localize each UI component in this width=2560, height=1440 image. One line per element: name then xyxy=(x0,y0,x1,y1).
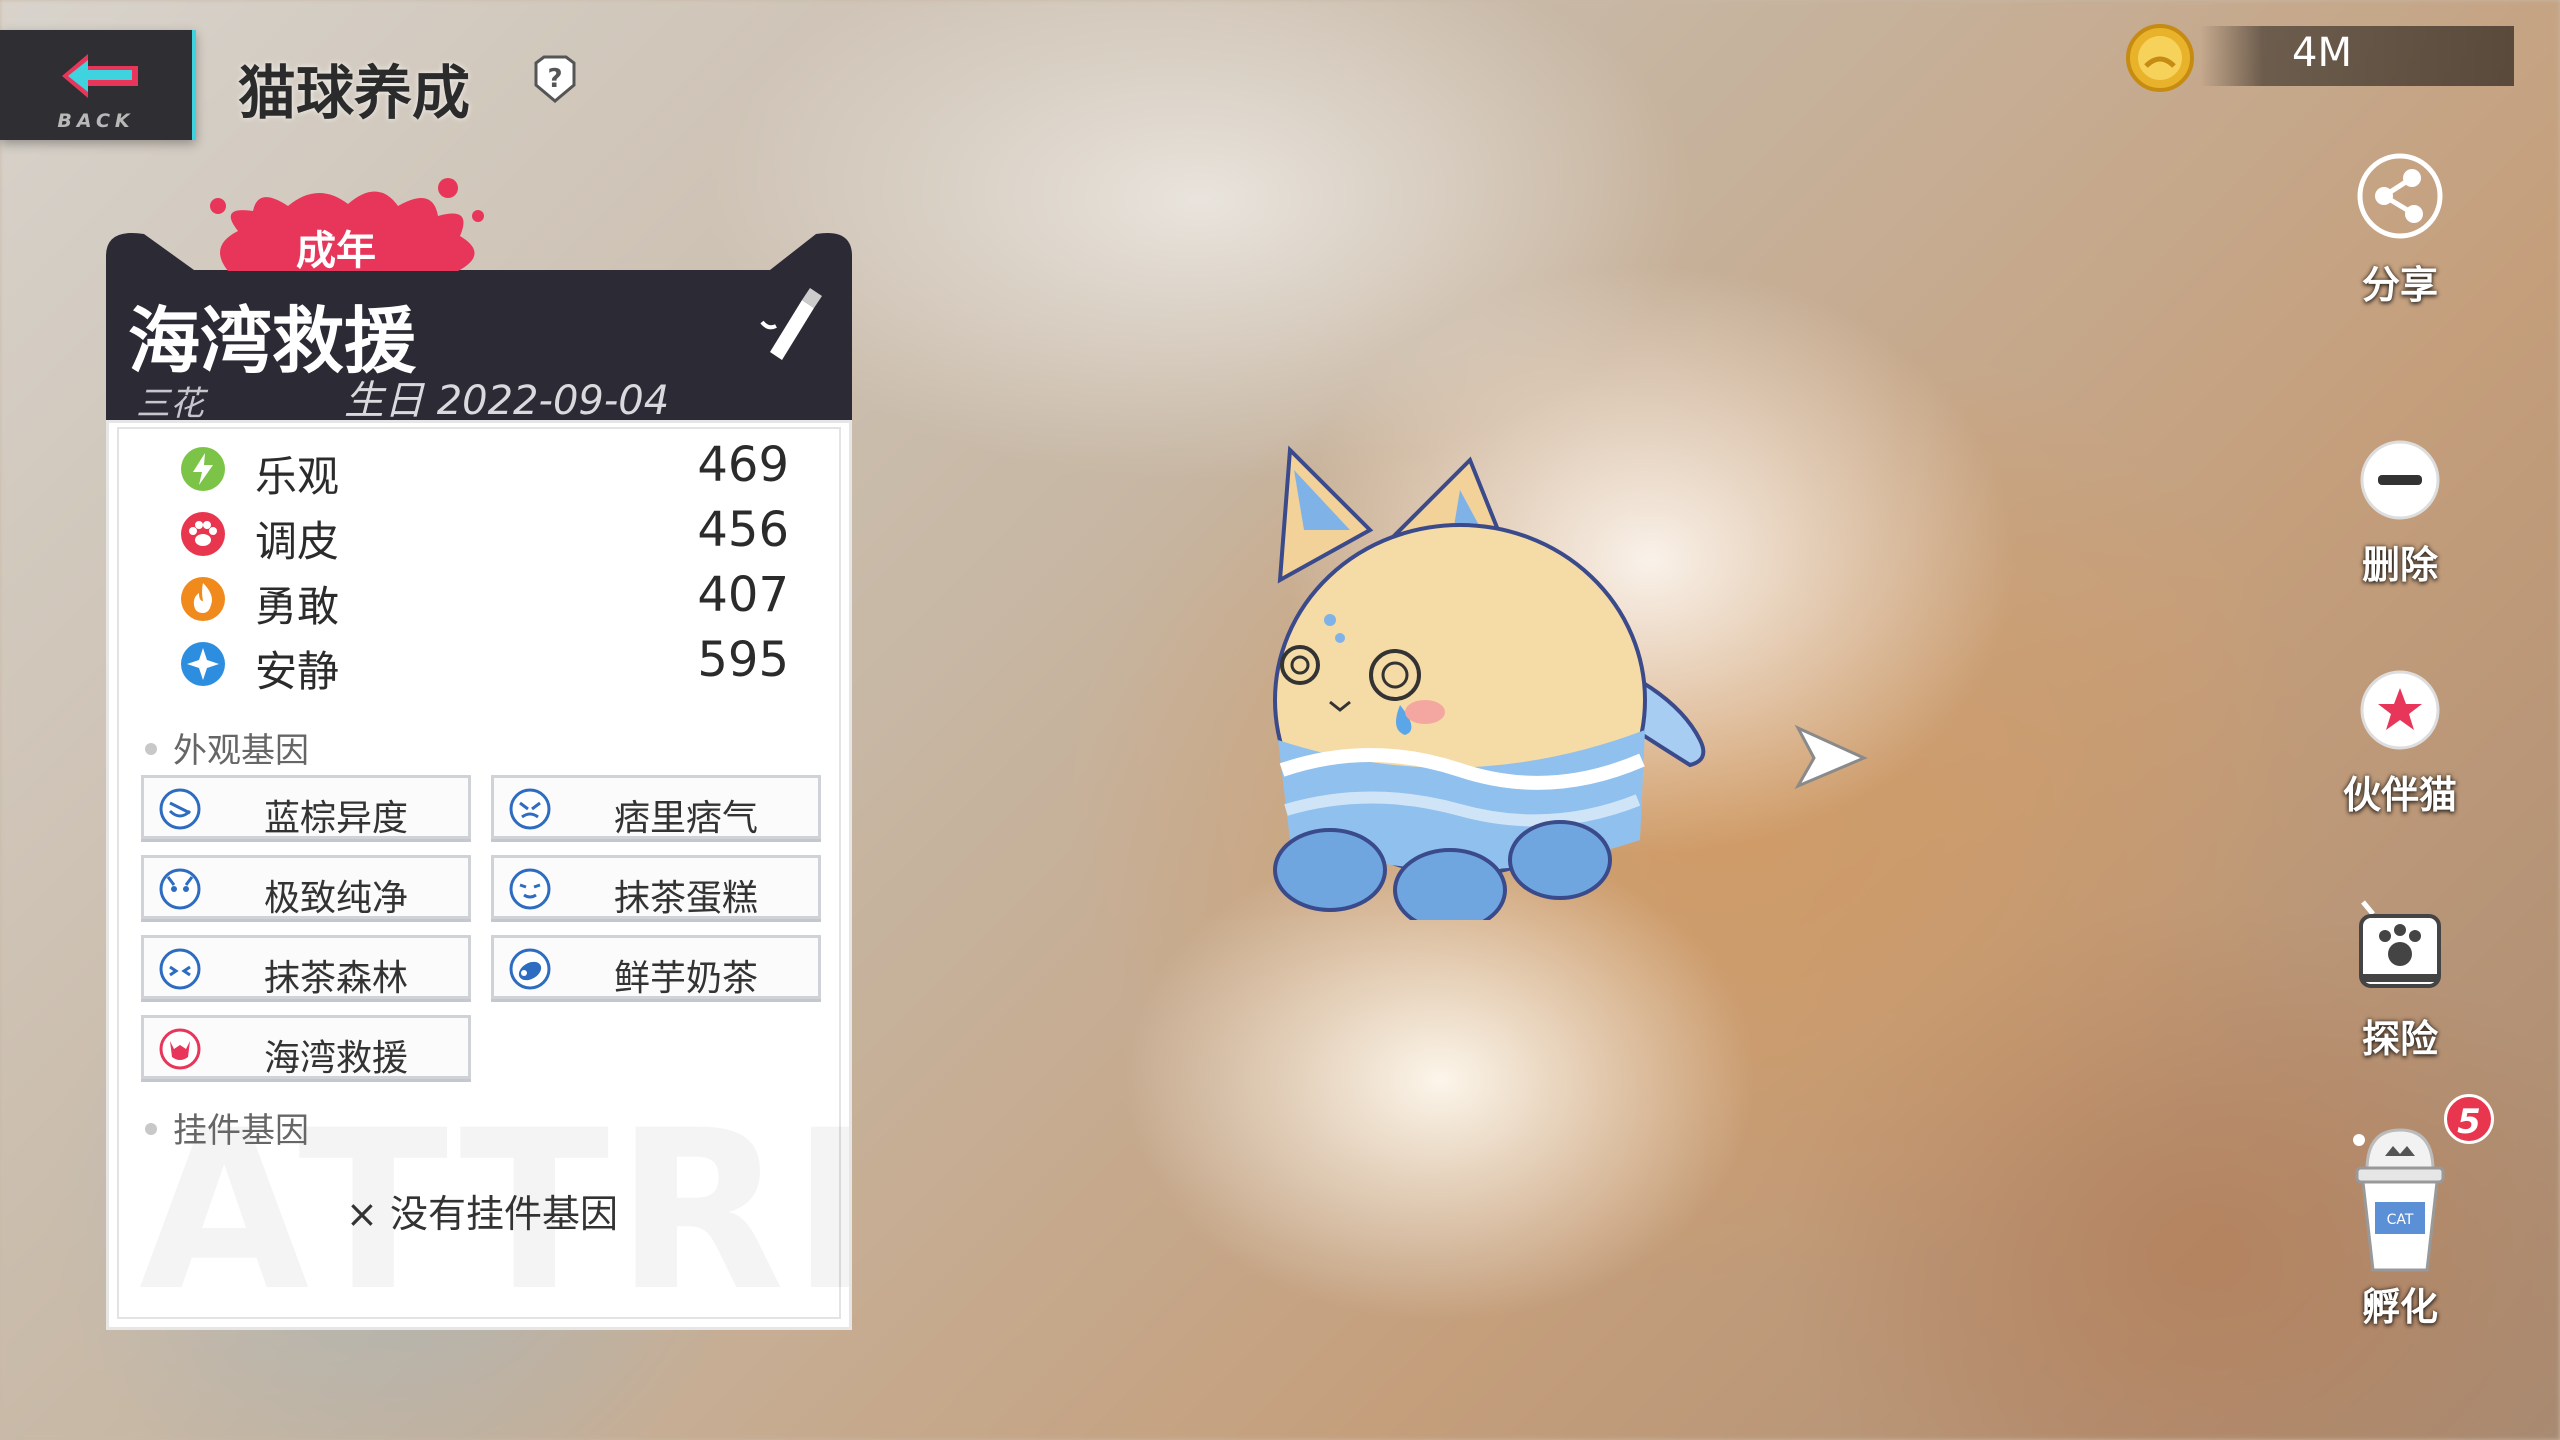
hatch-button[interactable]: CAT 孵化 xyxy=(2320,1120,2480,1331)
svg-text:CAT: CAT xyxy=(2387,1212,2414,1228)
gene-button[interactable]: 抹茶森林 xyxy=(141,935,471,999)
blue-face-icon xyxy=(159,948,201,990)
back-label: BACK xyxy=(57,110,135,132)
gene-button[interactable]: 海湾救援 xyxy=(141,1015,471,1079)
gene-button[interactable]: 极致纯净 xyxy=(141,855,471,919)
no-accessory-text: × 没有挂件基因 xyxy=(346,1192,618,1236)
share-button[interactable]: 分享 xyxy=(2320,150,2480,309)
gene-button[interactable]: 痞里痞气 xyxy=(491,775,821,839)
gene-label: 鲜芋奶茶 xyxy=(613,958,758,999)
red-face-icon xyxy=(159,1028,201,1070)
star-icon xyxy=(2360,670,2440,750)
explore-label: 探险 xyxy=(2361,1017,2438,1061)
page-title: 猫球养成 xyxy=(238,59,471,127)
currency-bar xyxy=(2200,26,2514,86)
stat-row-naughty: 调皮 456 xyxy=(179,502,799,566)
lightning-icon xyxy=(181,447,225,491)
partner-cat-label: 伙伴猫 xyxy=(2342,773,2457,817)
blue-pattern-icon xyxy=(509,948,551,990)
back-button[interactable]: BACK xyxy=(0,30,196,140)
blue-face-icon xyxy=(159,788,201,830)
next-arrow-icon[interactable] xyxy=(1794,722,1868,792)
stat-value: 469 xyxy=(697,437,789,493)
blue-face-icon xyxy=(159,868,201,910)
stat-row-brave: 勇敢 407 xyxy=(179,567,799,631)
blue-face-icon xyxy=(509,788,551,830)
cat-info-panel: ATTRIBU 乐观 469 调皮 456 勇敢 407 安静 595 外 xyxy=(106,420,852,1330)
share-icon xyxy=(2357,153,2443,239)
stat-name: 安静 xyxy=(255,647,340,696)
gene-label: 海湾救援 xyxy=(263,1038,408,1079)
stat-value: 456 xyxy=(697,502,789,558)
stat-name: 勇敢 xyxy=(255,582,340,631)
cat-ball-character[interactable] xyxy=(1260,440,1720,920)
gene-label: 痞里痞气 xyxy=(613,798,758,839)
minus-circle-icon xyxy=(2360,440,2440,520)
stat-name: 调皮 xyxy=(255,517,340,566)
back-arrow-icon xyxy=(62,54,138,98)
help-icon[interactable]: ? xyxy=(532,55,578,103)
hatch-count-badge: 5 xyxy=(2444,1094,2494,1144)
appearance-genes-title: 外观基因 xyxy=(145,723,309,772)
partner-cat-button[interactable]: 伙伴猫 xyxy=(2320,668,2480,819)
paw-icon xyxy=(181,512,225,556)
stat-row-quiet: 安静 595 xyxy=(179,632,799,696)
gene-label: 极致纯净 xyxy=(263,878,408,919)
delete-label: 删除 xyxy=(2361,543,2438,587)
stat-name: 乐观 xyxy=(255,452,340,501)
coin-icon xyxy=(2126,24,2194,92)
hatch-label: 孵化 xyxy=(2361,1285,2438,1329)
stat-value: 407 xyxy=(697,567,789,623)
gene-button[interactable]: 蓝棕异度 xyxy=(141,775,471,839)
delete-button[interactable]: 删除 xyxy=(2320,438,2480,589)
cat-birthday: 生日 2022-09-04 xyxy=(344,378,670,424)
gene-label: 抹茶森林 xyxy=(263,958,408,999)
flame-icon xyxy=(181,577,225,621)
gene-label: 抹茶蛋糕 xyxy=(613,878,758,919)
blue-face-icon xyxy=(509,868,551,910)
stat-value: 595 xyxy=(697,632,789,688)
sparkle-icon xyxy=(181,642,225,686)
edit-pen-icon[interactable] xyxy=(756,286,826,360)
incubator-cup-icon: CAT xyxy=(2353,1128,2445,1272)
explore-button[interactable]: 探险 xyxy=(2320,896,2480,1063)
gene-button[interactable]: 鲜芋奶茶 xyxy=(491,935,821,999)
paw-camera-icon xyxy=(2359,900,2441,988)
cat-breed: 三花 xyxy=(136,384,204,424)
svg-text:?: ? xyxy=(547,64,562,94)
share-label: 分享 xyxy=(2361,263,2438,307)
stage-label: 成年 xyxy=(296,228,376,274)
gene-button[interactable]: 抹茶蛋糕 xyxy=(491,855,821,919)
stat-row-optimism: 乐观 469 xyxy=(179,437,799,501)
accessory-genes-title: 挂件基因 xyxy=(145,1103,309,1152)
gene-label: 蓝棕异度 xyxy=(263,798,408,839)
currency-value: 4M xyxy=(2292,30,2352,76)
